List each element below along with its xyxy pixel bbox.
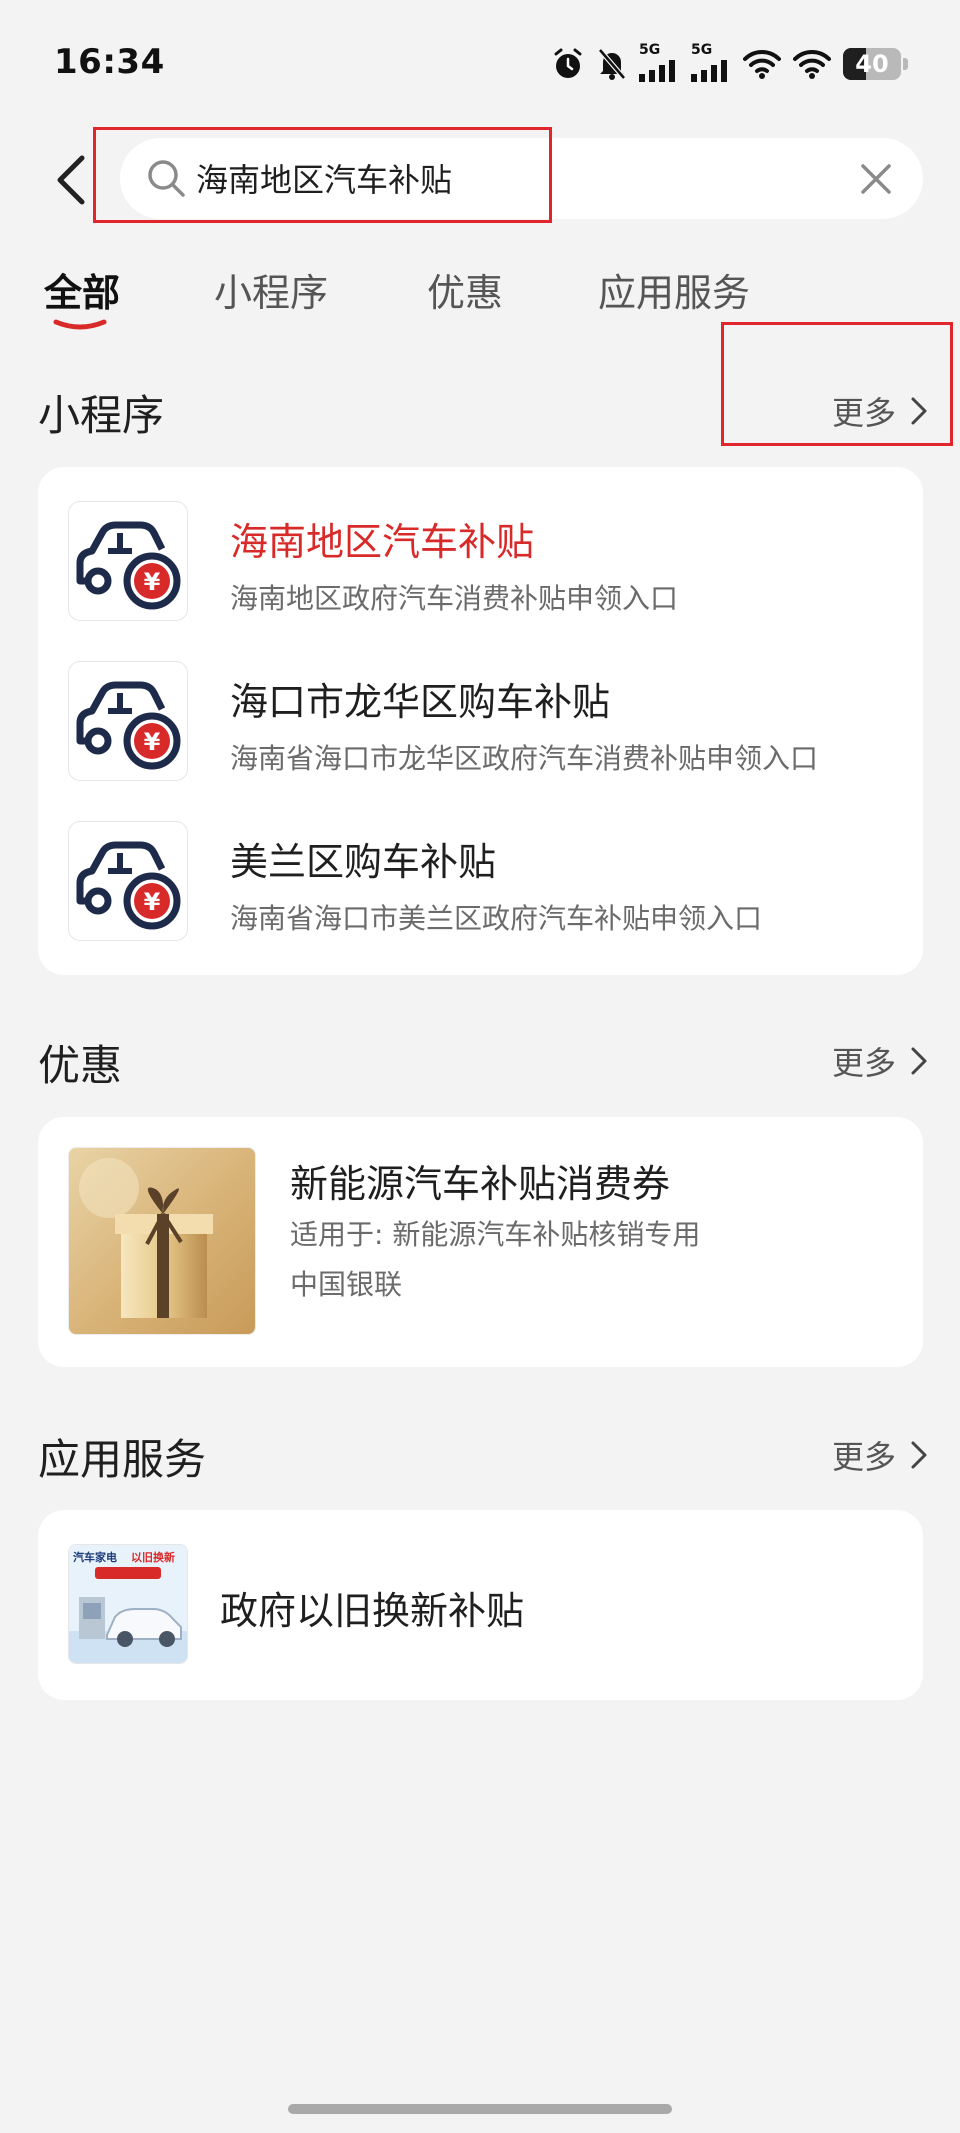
- signal-icon: 5G: [639, 42, 679, 82]
- mini-program-desc: 海南省海口市龙华区政府汽车消费补贴申领入口: [230, 742, 819, 775]
- tab-all[interactable]: 全部: [44, 262, 120, 317]
- status-icons: 5G 5G 40: [551, 42, 908, 84]
- mini-program-desc: 海南省海口市美兰区政府汽车补贴申领入口: [230, 902, 763, 935]
- wifi-icon: [743, 49, 781, 79]
- deal-issuer: 中国银联: [290, 1268, 403, 1301]
- mini-program-item[interactable]: ¥ 海南地区汽车补贴 海南地区政府汽车消费补贴申领入口: [68, 501, 898, 621]
- tab-mini-programs[interactable]: 小程序: [214, 262, 328, 317]
- annotation-box-more: [721, 322, 953, 446]
- svg-text:¥: ¥: [144, 728, 161, 756]
- gift-box-image: [68, 1147, 256, 1335]
- car-yuan-icon: ¥: [76, 681, 181, 770]
- back-button[interactable]: [46, 150, 96, 210]
- section-title-deals: 优惠: [38, 1041, 123, 1090]
- mini-programs-card: ¥ 海南地区汽车补贴 海南地区政府汽车消费补贴申领入口 ¥ 海口市龙华区购车补贴…: [38, 467, 923, 975]
- deal-card[interactable]: 新能源汽车补贴消费券 适用于: 新能源汽车补贴核销专用 中国银联: [38, 1117, 923, 1367]
- section-title-mini-programs: 小程序: [38, 391, 165, 440]
- deal-scope: 适用于: 新能源汽车补贴核销专用: [290, 1218, 701, 1251]
- service-card[interactable]: 汽车家电 以旧换新 政府以旧换新补贴: [38, 1510, 923, 1700]
- annotation-box-search: [93, 127, 552, 223]
- svg-text:¥: ¥: [144, 888, 161, 916]
- car-yuan-icon: ¥: [76, 521, 181, 610]
- mini-program-item[interactable]: ¥ 海口市龙华区购车补贴 海南省海口市龙华区政府汽车消费补贴申领入口: [68, 661, 898, 781]
- mini-program-title: 美兰区购车补贴: [230, 840, 497, 884]
- tab-deals[interactable]: 优惠: [427, 262, 503, 317]
- service-title: 政府以旧换新补贴: [220, 1589, 525, 1633]
- section-title-app-services: 应用服务: [38, 1435, 207, 1484]
- battery-tip: [903, 58, 908, 70]
- more-services-link[interactable]: 更多: [832, 1432, 928, 1478]
- close-icon: [861, 164, 891, 194]
- svg-text:¥: ¥: [144, 568, 161, 596]
- car-subsidy-logo: ¥: [68, 501, 188, 621]
- clear-search-button[interactable]: [857, 160, 895, 198]
- wifi-icon: [793, 49, 831, 79]
- thumb-text: 以旧换新: [131, 1550, 175, 1564]
- alarm-icon: [551, 47, 585, 81]
- active-tab-indicator: [53, 319, 107, 330]
- chevron-left-icon: [57, 155, 85, 205]
- trade-in-thumbnail: 汽车家电 以旧换新: [68, 1544, 188, 1664]
- car-yuan-icon: ¥: [76, 841, 181, 930]
- bell-off-icon: [597, 47, 627, 81]
- mini-program-title: 海南地区汽车补贴: [230, 520, 535, 564]
- signal-icon: 5G: [691, 42, 731, 82]
- chevron-right-icon: [911, 1047, 927, 1075]
- tab-app-services[interactable]: 应用服务: [598, 262, 750, 317]
- status-time: 16:34: [54, 42, 165, 82]
- status-bar: 16:34 5G 5G 40: [0, 0, 960, 120]
- mini-program-item[interactable]: ¥ 美兰区购车补贴 海南省海口市美兰区政府汽车补贴申领入口: [68, 821, 898, 941]
- mini-program-title: 海口市龙华区购车补贴: [230, 680, 611, 724]
- more-deals-link[interactable]: 更多: [832, 1038, 928, 1084]
- chevron-right-icon: [911, 1441, 927, 1469]
- battery-icon: 40: [843, 48, 901, 80]
- more-label: 更多: [831, 1044, 896, 1082]
- car-subsidy-logo: ¥: [68, 661, 188, 781]
- mini-program-desc: 海南地区政府汽车消费补贴申领入口: [230, 582, 679, 615]
- more-label: 更多: [831, 1438, 896, 1476]
- home-indicator[interactable]: [288, 2104, 672, 2114]
- deal-title: 新能源汽车补贴消费券: [290, 1162, 671, 1206]
- car-subsidy-logo: ¥: [68, 821, 188, 941]
- thumb-text: 汽车家电: [73, 1550, 117, 1564]
